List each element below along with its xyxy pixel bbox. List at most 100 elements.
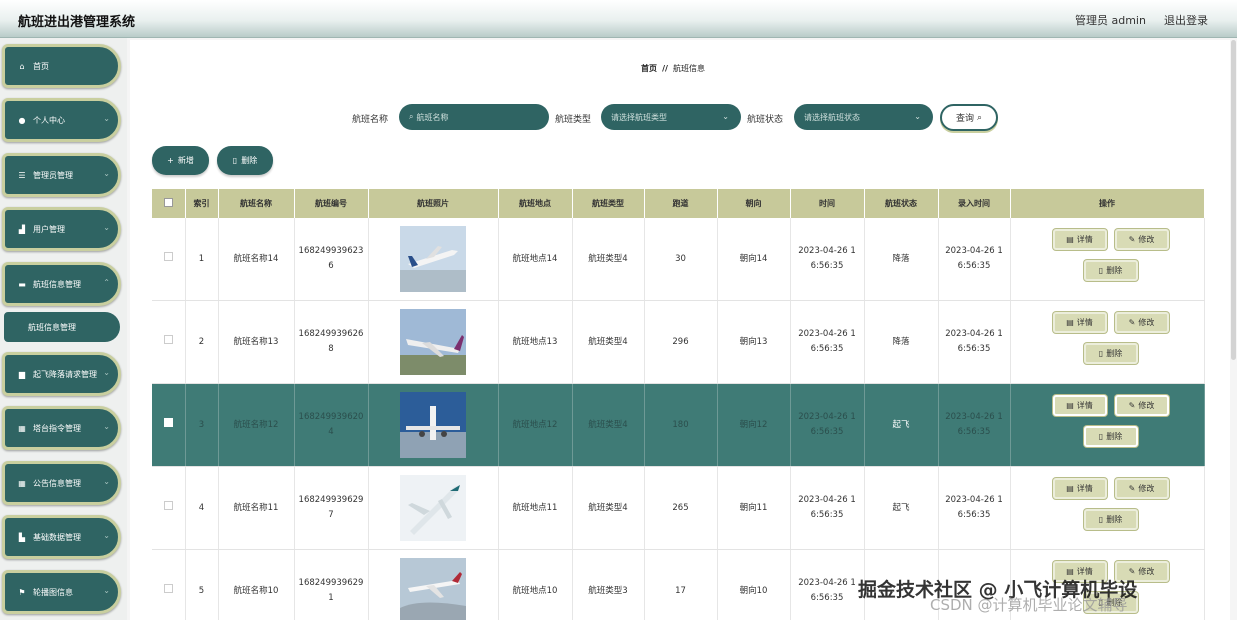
cell-location: 航班地点14 [498, 218, 573, 301]
cell-runway: 17 [644, 549, 718, 620]
top-bar: 航班进出港管理系统 管理员 admin 退出登录 [0, 0, 1237, 38]
sidebar-subitem-flight-manage[interactable]: 航班信息管理 [4, 312, 120, 342]
cell-actions: ▤ 详情 ✎ 修改 ▯ 删除 [1010, 218, 1205, 301]
sidebar-item-flights[interactable]: ▬ 航班信息管理 ⌃ [2, 262, 121, 306]
database-icon: ▬ [18, 279, 26, 289]
col-header-runway: 跑道 [644, 189, 718, 218]
breadcrumb: 首页 // 航班信息 [641, 63, 705, 74]
delete-button[interactable]: ▯ 删除 [1083, 509, 1138, 530]
sidebar-item-admins[interactable]: ☰ 管理员管理 ⌄ [2, 153, 121, 197]
detail-button-label: 详情 [1076, 235, 1093, 244]
delete-button-label: 删除 [1106, 266, 1123, 275]
cell-photo [368, 218, 499, 301]
cell-time: 2023-04-26 16:56:35 [790, 300, 865, 384]
table-row[interactable]: 3 航班名称12 1682499396204 航班地点12 航班类型4 180 朝向12 20… [152, 383, 1205, 467]
airplane-photo [400, 226, 466, 292]
sidebar-item-carousel[interactable]: ⚑ 轮播图信息 ⌄ [2, 570, 121, 614]
cell-name: 航班名称13 [218, 300, 295, 384]
sidebar-item-label: 管理员管理 [33, 170, 73, 180]
search-icon: ⌕ [409, 112, 414, 121]
row-checkbox[interactable] [163, 251, 173, 261]
sidebar-item-notices[interactable]: ▦ 公告信息管理 ⌄ [2, 461, 121, 505]
cell-status: 降落 [864, 218, 939, 301]
cell-index: 1 [185, 218, 219, 301]
edit-button[interactable]: ✎ 修改 [1114, 478, 1169, 499]
breadcrumb-separator: // [662, 64, 668, 73]
page-scrollbar[interactable] [1231, 40, 1236, 360]
detail-button[interactable]: ▤ 详情 [1052, 229, 1107, 250]
logout-link[interactable]: 退出登录 [1164, 12, 1208, 28]
delete-button[interactable]: ▯ 删除 [1083, 260, 1138, 281]
bulk-delete-button[interactable]: ▯ 删除 [217, 146, 273, 175]
flight-status-select[interactable]: 请选择航班状态 ⌄ [794, 104, 933, 130]
flight-name-input[interactable]: ⌕ 航班名称 [399, 104, 549, 130]
cell-photo [368, 383, 499, 467]
edit-button[interactable]: ✎ 修改 [1114, 312, 1169, 333]
chevron-up-icon: ⌃ [103, 278, 110, 287]
row-select-cell[interactable] [152, 549, 186, 620]
table-row[interactable]: 1 航班名称14 1682499396236 航班地点14 航班类型4 30 朝向14 202… [152, 218, 1205, 301]
cell-type: 航班类型4 [572, 383, 645, 467]
flight-type-select[interactable]: 请选择航班类型 ⌄ [601, 104, 741, 130]
cell-name: 航班名称12 [218, 383, 295, 467]
col-header-index: 索引 [185, 189, 219, 218]
row-select-cell[interactable] [152, 383, 186, 467]
airplane-photo [400, 475, 466, 541]
cell-location: 航班地点10 [498, 549, 573, 620]
row-select-cell[interactable] [152, 466, 186, 550]
flight-type-label: 航班类型 [555, 115, 592, 125]
cell-created: 2023-04-26 16:56:35 [938, 466, 1011, 550]
query-button[interactable]: 查询 ⌕ [940, 104, 998, 131]
plus-icon: + [167, 156, 174, 165]
row-checkbox[interactable] [163, 417, 173, 427]
detail-button[interactable]: ▤ 详情 [1052, 478, 1107, 499]
select-all-cell[interactable] [152, 189, 186, 218]
row-checkbox[interactable] [163, 334, 173, 344]
edit-button[interactable]: ✎ 修改 [1114, 395, 1169, 416]
edit-icon: ✎ [1128, 235, 1136, 244]
detail-button[interactable]: ▤ 详情 [1052, 312, 1107, 333]
row-checkbox[interactable] [163, 500, 173, 510]
document-icon: ▤ [1066, 484, 1074, 493]
table-row[interactable]: 4 航班名称11 1682499396297 航班地点11 航班类型4 265 朝向11 20… [152, 466, 1205, 550]
trash-icon: ▯ [232, 156, 238, 165]
select-all-checkbox[interactable] [163, 198, 173, 207]
cell-index: 2 [185, 300, 219, 384]
sidebar-item-profile[interactable]: ● 个人中心 ⌄ [2, 98, 121, 142]
cell-created: 2023-04-26 16:56:35 [938, 300, 1011, 384]
grid-icon: ▦ [18, 423, 26, 433]
sidebar-item-users[interactable]: ▟ 用户管理 ⌄ [2, 207, 121, 251]
list-icon: ☰ [18, 170, 26, 180]
chevron-down-icon: ⌄ [103, 368, 110, 377]
col-header-actions: 操作 [1010, 189, 1205, 218]
trash-icon: ▯ [1098, 266, 1104, 275]
edit-button-label: 修改 [1138, 318, 1155, 327]
row-checkbox[interactable] [163, 583, 173, 593]
col-header-time: 时间 [790, 189, 865, 218]
cell-type: 航班类型3 [572, 549, 645, 620]
cell-actions: ▤ 详情 ✎ 修改 ▯ 删除 [1010, 300, 1205, 384]
delete-button-label: 删除 [1106, 515, 1123, 524]
breadcrumb-home[interactable]: 首页 [641, 64, 657, 73]
sidebar-item-takeoff-requests[interactable]: ▆ 起飞降落请求管理 ⌄ [2, 352, 121, 396]
sidebar-item-base-data[interactable]: ▙ 基础数据管理 ⌄ [2, 515, 121, 559]
sidebar-item-tower-commands[interactable]: ▦ 塔台指令管理 ⌄ [2, 406, 121, 450]
sidebar-item-label: 首页 [33, 61, 49, 71]
row-select-cell[interactable] [152, 300, 186, 384]
cell-heading: 朝向10 [717, 549, 791, 620]
document-icon: ▤ [1066, 318, 1074, 327]
cell-heading: 朝向13 [717, 300, 791, 384]
sidebar-item-home[interactable]: ⌂ 首页 [2, 44, 121, 88]
chevron-down-icon: ⌄ [914, 112, 921, 121]
table-row[interactable]: 2 航班名称13 1682499396268 航班地点13 航班类型4 296 朝向13 20… [152, 300, 1205, 384]
detail-button-label: 详情 [1076, 484, 1093, 493]
edit-button[interactable]: ✎ 修改 [1114, 229, 1169, 250]
delete-button[interactable]: ▯ 删除 [1083, 343, 1138, 364]
add-button[interactable]: + 新增 [152, 146, 209, 175]
edit-icon: ✎ [1128, 318, 1136, 327]
detail-button[interactable]: ▤ 详情 [1052, 395, 1107, 416]
delete-button[interactable]: ▯ 删除 [1083, 426, 1138, 447]
row-select-cell[interactable] [152, 218, 186, 301]
cell-status: 起飞 [864, 383, 939, 467]
cell-status: 起飞 [864, 466, 939, 550]
